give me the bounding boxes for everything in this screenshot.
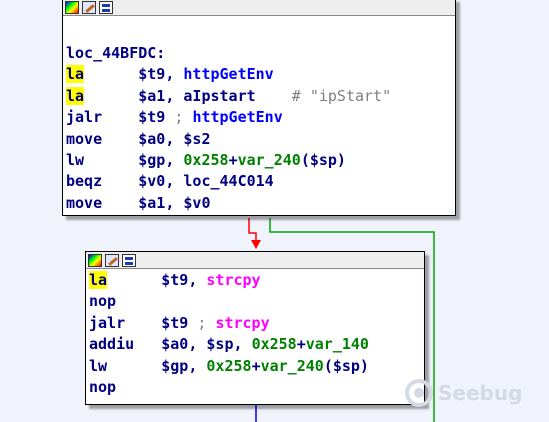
operand[interactable]: ; [174,108,192,126]
instruction-line[interactable]: la $t9, httpGetEnv [66,64,455,85]
mnemonic[interactable]: la [66,65,85,84]
mnemonic[interactable]: la [89,271,108,289]
operand[interactable]: $a0, $sp, [161,335,251,353]
operand[interactable]: httpGetEnv [192,108,282,126]
operand[interactable]: aIpstart [183,87,255,105]
mnemonic[interactable]: nop [89,378,116,396]
operand[interactable]: ($sp) [301,151,346,169]
instruction-line[interactable]: move $a1, $v0 [66,193,455,214]
asm-listing: loc_44BFDC: la $t9, httpGetEnv la $a1, aIp… [63,16,455,214]
instruction-line[interactable]: jalr $t9 ; httpGetEnv [66,107,455,128]
instruction-line[interactable]: lw $gp, 0x258+var_240($sp) [89,356,424,377]
operand[interactable]: $t9 [161,314,197,332]
mnemonic[interactable]: move [66,194,102,212]
operand[interactable]: var_240 [261,357,324,375]
operand[interactable]: strcpy [215,314,269,332]
operand[interactable]: ($sp) [324,357,369,375]
operand[interactable]: 0x258 [206,357,251,375]
operand[interactable]: ; [197,314,215,332]
graph-view-icon[interactable] [99,0,113,14]
instruction-line[interactable]: la $a1, aIpstart # "ipStart" [66,86,455,107]
code-block-loc-44bfdc[interactable]: loc_44BFDC: la $t9, httpGetEnv la $a1, aIp… [62,0,456,216]
operand[interactable]: 0x258 [183,151,228,169]
operand[interactable]: + [229,151,238,169]
code-label[interactable]: loc_44BFDC: [66,43,455,64]
operand[interactable]: httpGetEnv [183,65,273,83]
instruction-line[interactable]: beqz $v0, loc_44C014 [66,171,455,192]
mnemonic[interactable]: move [66,130,102,148]
seebug-logo-icon [405,379,433,407]
operand[interactable]: $v0, [138,172,183,190]
operand[interactable]: # "ipStart" [256,87,391,105]
instruction-line[interactable]: lw $gp, 0x258+var_240($sp) [66,150,455,171]
edit-pencil-icon[interactable] [105,253,119,267]
operand[interactable]: var_140 [306,335,369,353]
operand[interactable]: $t9, [161,271,206,289]
operand[interactable]: $t9, [138,65,183,83]
operand[interactable]: + [297,335,306,353]
operand[interactable]: + [252,357,261,375]
mnemonic[interactable]: jalr [66,108,102,126]
mnemonic[interactable]: beqz [66,172,102,190]
color-palette-icon[interactable] [88,253,102,267]
mnemonic[interactable]: lw [66,151,84,169]
color-palette-icon[interactable] [65,0,79,14]
instruction-line[interactable]: jalr $t9 ; strcpy [89,313,424,334]
watermark-text: Seebug [438,381,523,405]
mnemonic[interactable]: nop [89,292,116,310]
code-block-strcpy[interactable]: la $t9, strcpy nop jalr $t9 ; strcpy addiu … [85,251,425,405]
graph-view-icon[interactable] [122,253,136,267]
operand[interactable]: 0x258 [252,335,297,353]
operand[interactable]: $a0, $s2 [138,130,210,148]
mnemonic[interactable]: jalr [89,314,125,332]
operand[interactable]: $gp, [138,151,183,169]
edit-pencil-icon[interactable] [82,0,96,14]
operand[interactable]: $a1, [138,87,183,105]
operand[interactable]: loc_44C014 [183,172,273,190]
mnemonic[interactable]: lw [89,357,107,375]
block-titlebar [63,0,455,16]
watermark: Seebug [404,378,522,408]
mnemonic[interactable]: addiu [89,335,134,353]
instruction-line[interactable]: addiu $a0, $sp, 0x258+var_140 [89,334,424,355]
operand[interactable]: $a1, $v0 [138,194,210,212]
operand[interactable]: var_240 [238,151,301,169]
instruction-line[interactable]: la $t9, strcpy [89,270,424,291]
asm-listing: la $t9, strcpy nop jalr $t9 ; strcpy addiu … [86,269,424,398]
operand[interactable]: strcpy [206,271,260,289]
block-titlebar [86,252,424,269]
instruction-line[interactable]: nop [89,291,424,312]
instruction-line[interactable]: move $a0, $s2 [66,129,455,150]
mnemonic[interactable]: la [66,86,85,105]
edge-arrow [251,240,261,249]
instruction-line[interactable]: nop [89,377,424,398]
operand[interactable]: $gp, [161,357,206,375]
operand[interactable]: $t9 [138,108,174,126]
